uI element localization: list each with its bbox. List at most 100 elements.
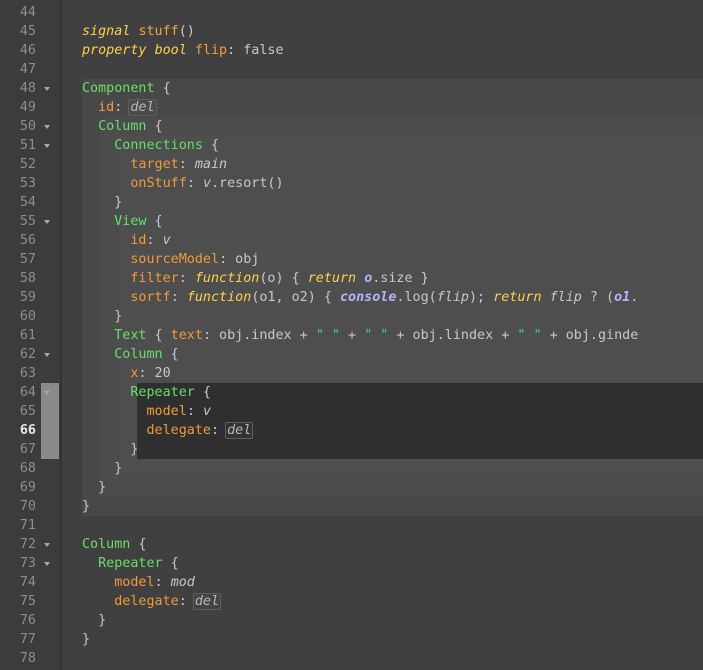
code-line[interactable]: } [82, 611, 106, 630]
code-line[interactable]: delegate: del [82, 592, 222, 611]
code-line[interactable]: target: main [82, 155, 227, 174]
code-line[interactable]: model: v [82, 402, 212, 421]
code-token: { [130, 537, 147, 552]
code-line[interactable]: Repeater { [82, 554, 179, 573]
code-line[interactable]: } [82, 497, 90, 516]
line-number[interactable]: 77 [0, 630, 36, 649]
line-number[interactable]: 57 [0, 250, 36, 269]
code-token: v [202, 176, 211, 191]
code-line[interactable]: } [82, 307, 122, 326]
code-token: ? ( [581, 290, 615, 305]
code-line[interactable]: } [82, 459, 122, 478]
code-line[interactable]: Repeater { [82, 383, 211, 402]
code-line[interactable]: Component { [82, 79, 171, 98]
line-number[interactable]: 74 [0, 573, 36, 592]
fold-arrow-icon[interactable] [44, 353, 50, 357]
code-line[interactable]: Text { text: obj.index + " " + " " + obj… [82, 326, 638, 345]
fold-arrow-icon[interactable] [44, 391, 50, 395]
code-token: View [114, 214, 147, 229]
line-number[interactable]: 58 [0, 269, 36, 288]
code-line[interactable]: property bool flip: false [82, 41, 284, 60]
line-number[interactable]: 47 [0, 60, 36, 79]
line-number[interactable]: 44 [0, 3, 36, 22]
code-editor[interactable]: 44 45 46 47 48 49 50 51 52 53 54 55 56 57 58 59 60 61 62 63… [0, 0, 703, 670]
line-number[interactable]: 71 [0, 516, 36, 535]
code-line[interactable]: id: del [82, 98, 157, 117]
code-token: } [82, 499, 91, 514]
code-line[interactable]: id: v [82, 231, 171, 250]
code-line[interactable]: delegate: del [82, 421, 254, 440]
line-number[interactable]: 64 [0, 383, 36, 402]
line-number[interactable]: 72 [0, 535, 36, 554]
code-line[interactable]: Column { [82, 345, 179, 364]
line-number[interactable]: 54 [0, 193, 36, 212]
code-token: sortf [130, 290, 171, 305]
line-number[interactable]: 52 [0, 155, 36, 174]
code-token: + obj.ginde [541, 328, 639, 343]
code-line[interactable]: x: 20 [82, 364, 170, 383]
code-line[interactable]: } [82, 440, 138, 459]
code-token: Connections [114, 138, 203, 153]
line-number[interactable]: 49 [0, 98, 36, 117]
code-token: } [82, 613, 107, 628]
line-number[interactable]: 60 [0, 307, 36, 326]
code-line[interactable]: View { [82, 212, 163, 231]
code-token: return [493, 290, 542, 305]
code-token: property [82, 43, 147, 58]
code-token: main [194, 157, 228, 172]
line-number[interactable]: 70 [0, 497, 36, 516]
line-number[interactable]: 56 [0, 231, 36, 250]
line-number[interactable]: 62 [0, 345, 36, 364]
fold-arrow-icon[interactable] [44, 220, 50, 224]
line-number[interactable]: 73 [0, 554, 36, 573]
code-line[interactable]: } [82, 630, 90, 649]
code-line[interactable]: Column { [82, 535, 147, 554]
line-number[interactable]: 53 [0, 174, 36, 193]
code-line[interactable]: sourceModel: obj [82, 250, 259, 269]
line-number-gutter[interactable]: 44 45 46 47 48 49 50 51 52 53 54 55 56 57 58 59 60 61 62 63… [0, 0, 60, 670]
line-number[interactable]: 67 [0, 440, 36, 459]
code-line[interactable]: filter: function(o) { return o.size } [82, 269, 428, 288]
code-token: : [146, 233, 163, 248]
fold-arrow-icon[interactable] [44, 125, 50, 129]
code-token: } [82, 442, 139, 457]
line-number[interactable]: 51 [0, 136, 36, 155]
code-token: signal [82, 24, 131, 39]
code-token: Column [82, 537, 131, 552]
line-number[interactable]: 68 [0, 459, 36, 478]
code-line[interactable]: Connections { [82, 136, 219, 155]
line-number[interactable]: 59 [0, 288, 36, 307]
fold-arrow-icon[interactable] [44, 543, 50, 547]
line-number[interactable]: 45 [0, 22, 36, 41]
line-number[interactable]: 75 [0, 592, 36, 611]
code-line[interactable]: sortf: function(o1, o2) { console.log(fl… [82, 288, 638, 307]
line-number[interactable]: 61 [0, 326, 36, 345]
code-token: .log( [396, 290, 437, 305]
code-line[interactable]: model: mod [82, 573, 195, 592]
line-number[interactable]: 55 [0, 212, 36, 231]
fold-arrow-icon[interactable] [44, 144, 50, 148]
line-number[interactable]: 46 [0, 41, 36, 60]
fold-arrow-icon[interactable] [44, 87, 50, 91]
code-line[interactable]: onStuff: v.resort() [82, 174, 283, 193]
line-number[interactable]: 65 [0, 402, 36, 421]
line-number[interactable]: 69 [0, 478, 36, 497]
code-token: " " [364, 328, 389, 343]
line-number[interactable]: 63 [0, 364, 36, 383]
code-line[interactable]: Column { [82, 117, 163, 136]
code-token: delegate [146, 423, 212, 438]
code-line[interactable]: } [82, 193, 122, 212]
line-number[interactable]: 48 [0, 79, 36, 98]
code-token: v [162, 233, 171, 248]
line-number[interactable]: 76 [0, 611, 36, 630]
code-token: { [146, 214, 163, 229]
code-line[interactable]: } [82, 478, 106, 497]
line-number[interactable]: 50 [0, 117, 36, 136]
code-line[interactable]: signal stuff() [82, 22, 195, 41]
line-number[interactable]: 78 [0, 649, 36, 668]
fold-arrow-icon[interactable] [44, 562, 50, 566]
line-number[interactable]: 66 [0, 421, 36, 440]
